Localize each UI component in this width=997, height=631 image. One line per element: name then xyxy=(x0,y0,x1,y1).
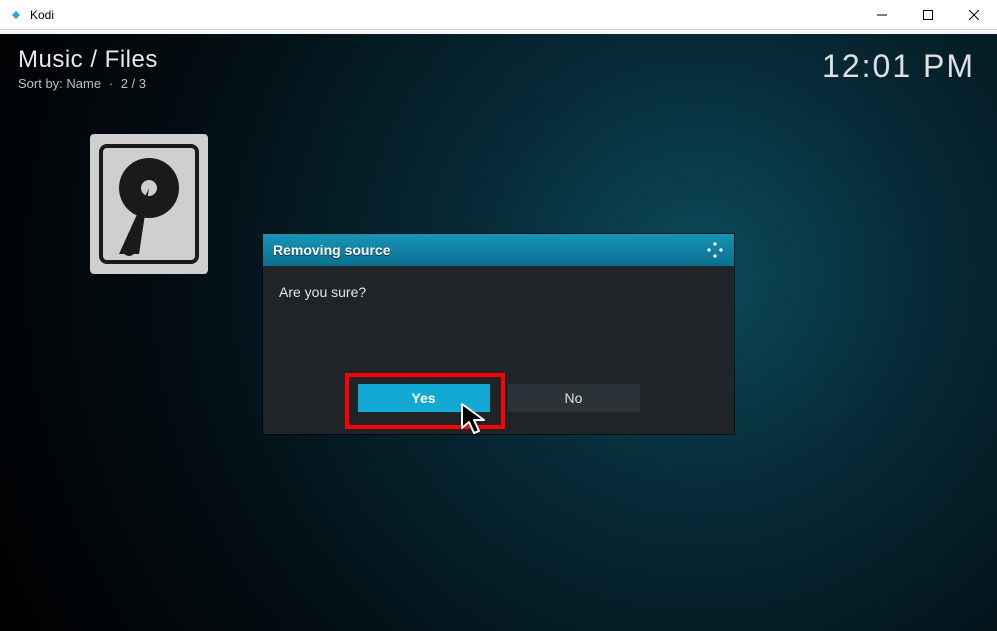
window-titlebar: Kodi xyxy=(0,0,997,30)
confirm-dialog: Removing source Are you sure? Yes No xyxy=(263,234,734,434)
no-button[interactable]: No xyxy=(508,384,640,412)
kodi-logo-icon xyxy=(706,241,724,259)
harddrive-icon xyxy=(90,134,208,274)
dialog-button-row: Yes No xyxy=(263,374,734,434)
clock: 12:01 PM xyxy=(822,48,975,85)
dialog-title: Removing source xyxy=(273,242,390,258)
dialog-message: Are you sure? xyxy=(279,284,366,300)
item-counter: 2 / 3 xyxy=(121,76,146,91)
kodi-app-area: Music / Files Sort by: Name · 2 / 3 12:0… xyxy=(0,34,997,631)
sort-info: Sort by: Name · 2 / 3 xyxy=(18,76,158,91)
page-header: Music / Files Sort by: Name · 2 / 3 xyxy=(18,46,158,91)
window-maximize-button[interactable] xyxy=(905,0,951,30)
window-close-button[interactable] xyxy=(951,0,997,30)
breadcrumb: Music / Files xyxy=(18,46,158,74)
dialog-header: Removing source xyxy=(263,234,734,266)
yes-button[interactable]: Yes xyxy=(358,384,490,412)
dialog-body: Are you sure? xyxy=(263,266,734,374)
window-title: Kodi xyxy=(30,8,54,22)
sort-label: Sort by: Name xyxy=(18,76,101,91)
separator-dot: · xyxy=(109,76,113,91)
kodi-app-icon xyxy=(8,7,24,23)
window-minimize-button[interactable] xyxy=(859,0,905,30)
